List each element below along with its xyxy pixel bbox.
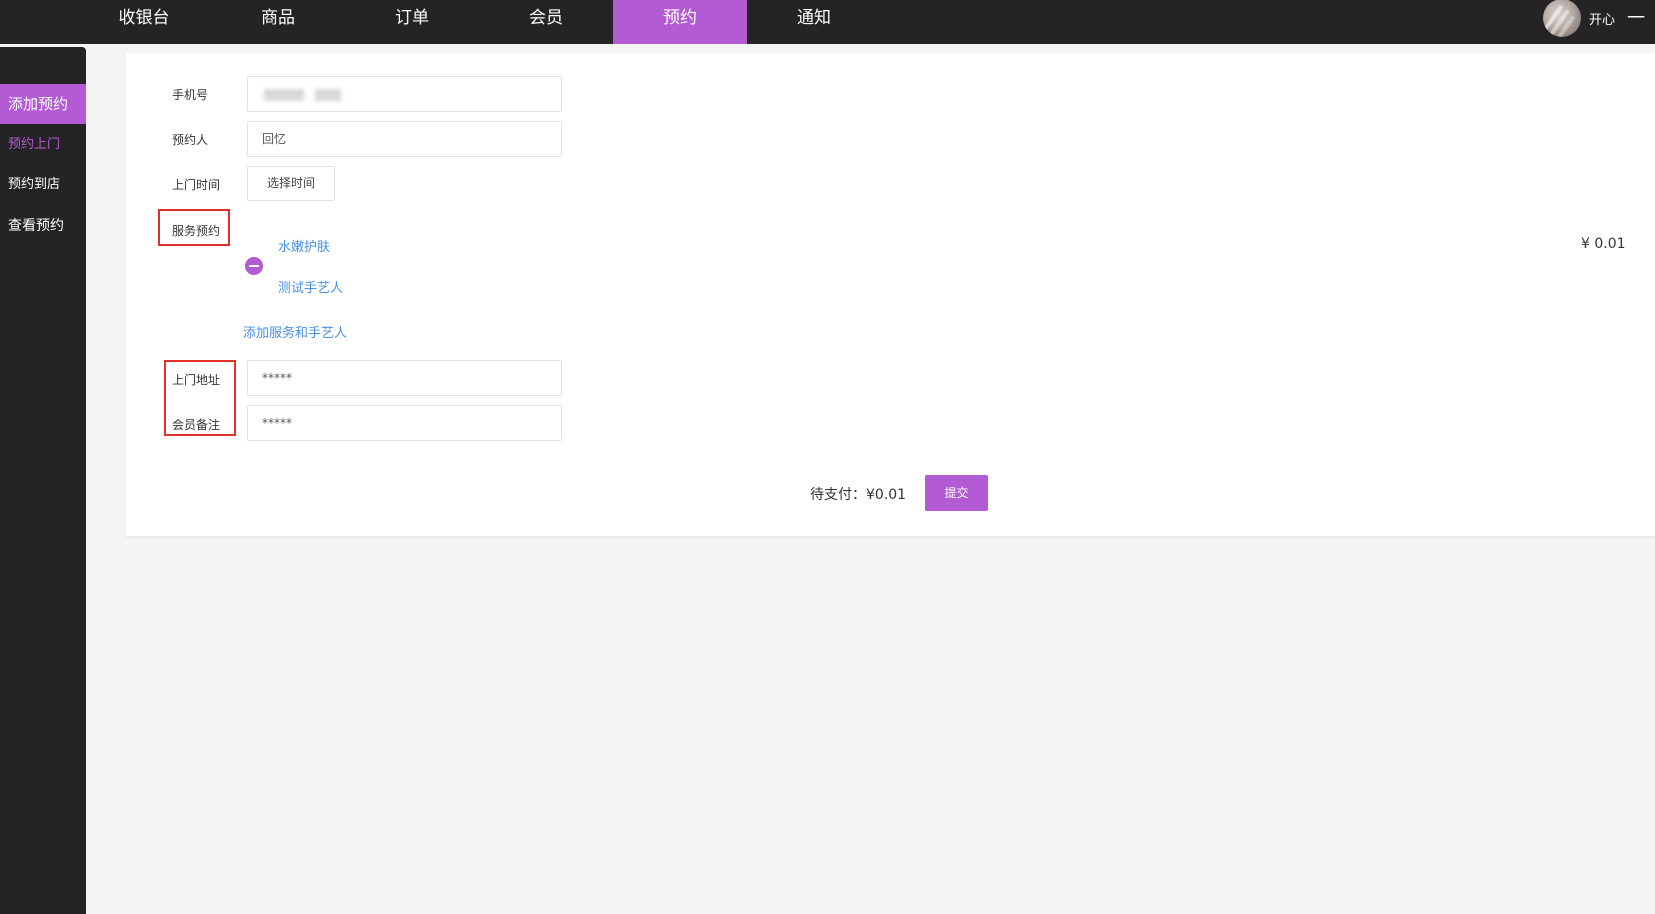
address-input[interactable]: ***** (247, 360, 562, 396)
sidebar-item-add-booking[interactable]: 添加预约 (0, 84, 86, 124)
visit-time-label: 上门时间 (172, 178, 221, 192)
nav-item-cashier[interactable]: 收银台 (77, 0, 211, 44)
sidebar-item-home-visit[interactable]: 预约上门 (0, 125, 86, 165)
phone-blurred-part2 (315, 89, 341, 101)
sidebar-item-in-store[interactable]: 预约到店 (0, 165, 86, 205)
top-navbar: 收银台 商品 订单 会员 预约 通知 开心 一 (0, 0, 1655, 44)
user-menu-icon[interactable]: 一 (1627, 4, 1645, 30)
remark-input[interactable]: ***** (247, 405, 562, 441)
sidebar: 添加预约 预约上门 预约到店 查看预约 (0, 47, 86, 914)
user-area: 开心 一 (1542, 0, 1655, 44)
nav-item-booking[interactable]: 预约 (613, 0, 747, 44)
amount-due: 待支付：¥0.01 (810, 487, 907, 503)
select-time-button[interactable]: 选择时间 (247, 166, 335, 201)
remark-label: 会员备注 (172, 418, 221, 432)
booking-form-panel: 手机号 预约人 回忆 上门时间 选择时间 服务预约 水嫩护肤 测试手艺人 ¥ 0… (126, 53, 1655, 536)
booker-input[interactable]: 回忆 (247, 121, 562, 157)
submit-button[interactable]: 提交 (925, 475, 988, 511)
phone-input[interactable] (247, 76, 562, 112)
add-service-artisan-link[interactable]: 添加服务和手艺人 (243, 322, 347, 341)
booker-label: 预约人 (172, 133, 209, 147)
nav-item-orders[interactable]: 订单 (345, 0, 479, 44)
remove-service-icon[interactable] (245, 257, 263, 275)
address-label: 上门地址 (172, 373, 221, 387)
nav-item-members[interactable]: 会员 (479, 0, 613, 44)
phone-label: 手机号 (172, 88, 209, 102)
nav-item-notifications[interactable]: 通知 (747, 0, 881, 44)
artisan-name-link[interactable]: 测试手艺人 (278, 277, 343, 296)
sidebar-item-view-bookings[interactable]: 查看预约 (0, 206, 86, 246)
avatar[interactable] (1542, 0, 1581, 37)
service-price: ¥ 0.01 (1581, 236, 1626, 252)
service-name-link[interactable]: 水嫩护肤 (278, 236, 330, 255)
service-label: 服务预约 (172, 224, 221, 238)
nav-item-products[interactable]: 商品 (211, 0, 345, 44)
username[interactable]: 开心 (1589, 9, 1615, 28)
phone-blurred-part1 (264, 89, 304, 101)
